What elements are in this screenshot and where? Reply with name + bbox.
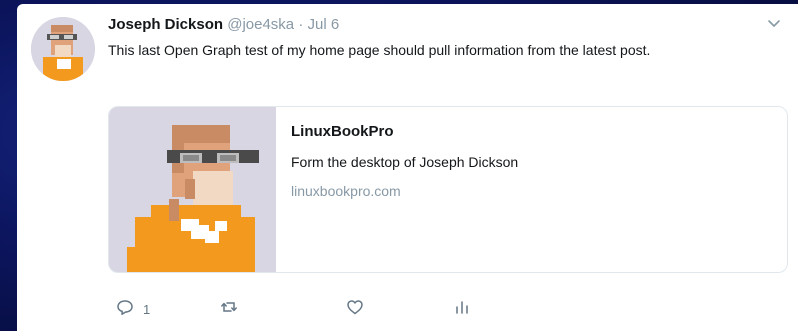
like-icon <box>346 298 364 321</box>
card-description: Form the desktop of Joseph Dickson <box>291 154 519 170</box>
reply-icon <box>116 298 134 321</box>
tweet-text: This last Open Graph test of my home pag… <box>108 42 651 58</box>
card-title[interactable]: LinuxBookPro <box>291 123 394 140</box>
author-handle[interactable]: @joe4ska <box>227 16 294 33</box>
chevron-down-icon[interactable] <box>766 16 782 32</box>
tweet[interactable]: Joseph Dickson @joe4ska · Jul 6 This las… <box>17 4 798 331</box>
card-domain: linuxbookpro.com <box>291 183 401 199</box>
author-name[interactable]: Joseph Dickson <box>108 16 223 33</box>
retweet-button[interactable] <box>220 299 238 319</box>
separator-dot: · <box>298 16 304 33</box>
avatar[interactable] <box>31 17 95 81</box>
analytics-icon <box>453 298 471 321</box>
timestamp[interactable]: Jul 6 <box>308 16 340 33</box>
avatar-image <box>31 17 95 81</box>
retweet-icon <box>220 298 238 321</box>
like-button[interactable] <box>346 299 364 319</box>
analytics-button[interactable] <box>453 299 471 319</box>
tweet-header: Joseph Dickson @joe4ska · Jul 6 <box>108 15 339 35</box>
link-card[interactable]: LinuxBookPro Form the desktop of Joseph … <box>108 106 788 273</box>
reply-button[interactable]: 1 <box>116 299 150 319</box>
card-image <box>109 107 276 272</box>
reply-count: 1 <box>143 301 151 317</box>
card-image-graphic <box>109 107 276 272</box>
